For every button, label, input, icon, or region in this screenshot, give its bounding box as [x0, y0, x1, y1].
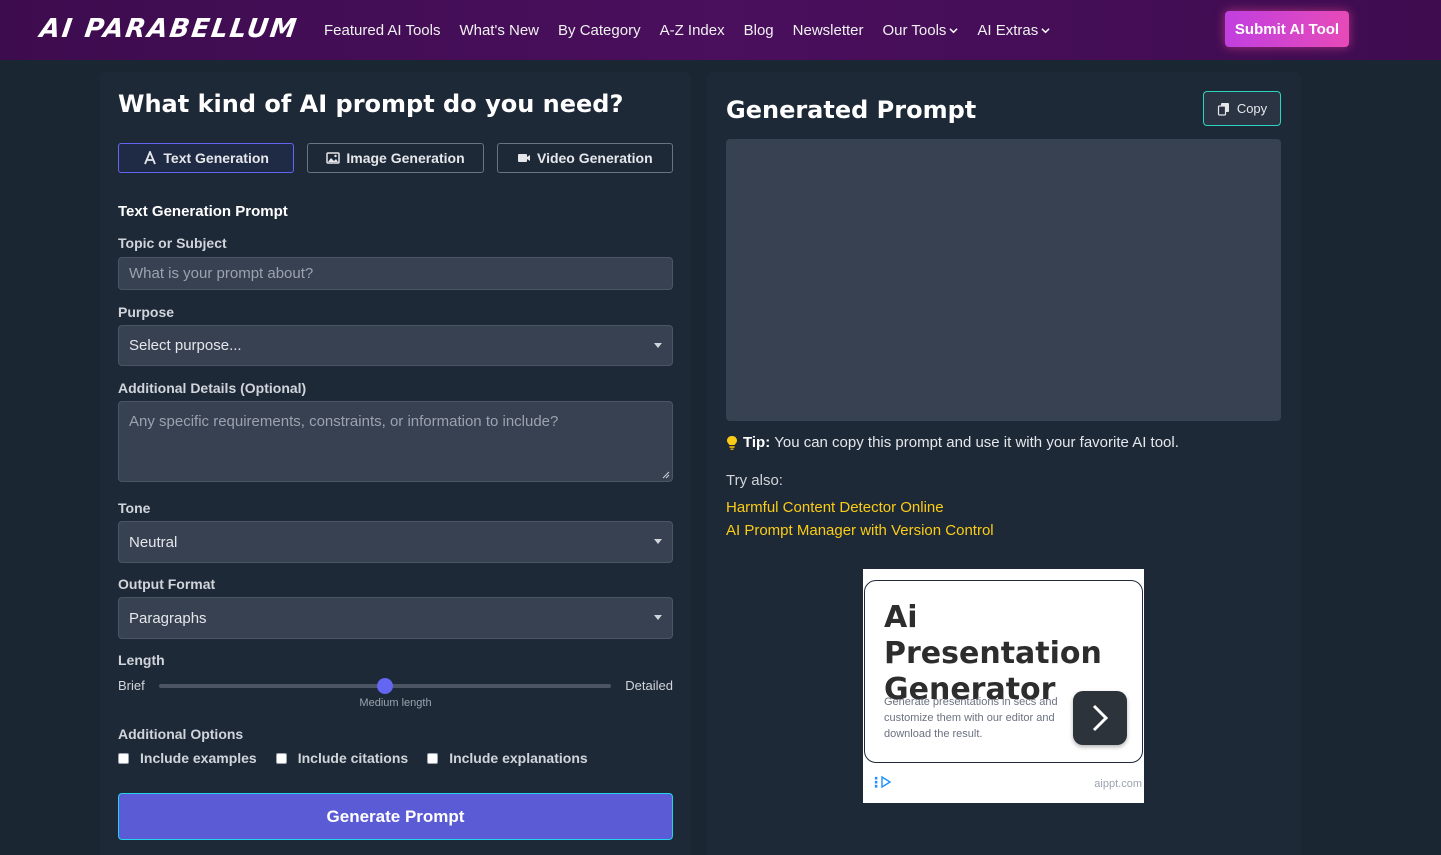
option-label: Include explanations [449, 750, 588, 766]
format-value: Paragraphs [129, 609, 207, 627]
nav-links: Featured AI Tools What's New By Category… [324, 0, 1069, 60]
copy-label: Copy [1236, 101, 1268, 116]
option-label: Include examples [140, 750, 257, 766]
length-slider-row: Brief Detailed [118, 676, 673, 696]
generated-prompt-panel: Generated Prompt Copy Tip: You can copy … [707, 72, 1301, 855]
link-ai-prompt-manager[interactable]: AI Prompt Manager with Version Control [726, 522, 994, 539]
adchoices-icon[interactable] [880, 776, 892, 788]
video-icon [517, 154, 530, 162]
details-textarea[interactable]: Any specific requirements, constraints, … [118, 401, 673, 482]
topic-placeholder: What is your prompt about? [129, 265, 314, 282]
length-min-label: Brief [118, 678, 145, 693]
nav-our-tools-dropdown[interactable]: Our Tools [883, 22, 959, 39]
submit-ai-tool-button[interactable]: Submit AI Tool [1225, 11, 1349, 47]
tab-label: Text Generation [163, 150, 269, 166]
lightbulb-icon [727, 435, 737, 450]
form-heading: What kind of AI prompt do you need? [118, 90, 624, 118]
chevron-down-icon [1041, 27, 1050, 33]
tip-bold: Tip: [743, 434, 771, 451]
chevron-right-icon [1092, 704, 1109, 732]
tone-select[interactable]: Neutral [118, 521, 673, 563]
tab-video-generation[interactable]: Video Generation [496, 143, 673, 173]
checkbox[interactable] [118, 752, 129, 764]
nav-ai-extras-label: AI Extras [977, 21, 1039, 39]
section-title: Text Generation Prompt [118, 203, 288, 220]
tip-text: Tip: You can copy this prompt and use it… [726, 434, 1179, 451]
nav-a-z-index[interactable]: A-Z Index [660, 22, 725, 39]
resize-handle-icon[interactable] [662, 471, 670, 479]
image-icon [326, 152, 341, 164]
checkbox[interactable] [427, 752, 439, 764]
text-icon [144, 151, 157, 165]
tone-label: Tone [118, 500, 151, 516]
output-heading: Generated Prompt [726, 96, 977, 124]
purpose-select[interactable]: Select purpose... [118, 325, 673, 366]
nav-ai-extras-dropdown[interactable]: AI Extras [977, 22, 1050, 39]
generate-prompt-button[interactable]: Generate Prompt [118, 793, 673, 840]
purpose-value: Select purpose... [129, 337, 242, 354]
format-label: Output Format [118, 576, 216, 592]
checkbox[interactable] [275, 752, 287, 764]
copy-button[interactable]: Copy [1203, 91, 1281, 126]
details-label: Additional Details (Optional) [118, 380, 307, 396]
caret-down-icon [654, 539, 662, 544]
options-label: Additional Options [118, 726, 244, 742]
length-slider-track[interactable] [159, 678, 611, 694]
format-select[interactable]: Paragraphs [118, 597, 673, 639]
additional-options: Include examples Include citations Inclu… [118, 750, 607, 766]
nav-newsletter[interactable]: Newsletter [793, 22, 864, 39]
advertisement[interactable]: Ai Presentation Generator Generate prese… [863, 569, 1144, 803]
chevron-down-icon [949, 27, 959, 33]
generation-type-tabs: Text Generation Image Generation Video G… [118, 143, 673, 173]
tip-body: You can copy this prompt and use it with… [774, 434, 1179, 451]
site-logo[interactable]: AI PARABELLUM [38, 12, 301, 46]
ad-card[interactable]: Ai Presentation Generator Generate prese… [864, 580, 1143, 763]
copy-icon [1217, 102, 1229, 116]
nav-by-category[interactable]: By Category [558, 22, 641, 39]
caret-down-icon [654, 615, 662, 620]
tone-value: Neutral [129, 533, 178, 551]
ad-domain: aippt.com [1094, 778, 1142, 790]
nav-our-tools-label: Our Tools [882, 21, 947, 39]
option-label: Include citations [297, 750, 409, 766]
generated-prompt-output[interactable] [726, 139, 1281, 421]
nav-whats-new[interactable]: What's New [459, 22, 539, 39]
option-include-explanations[interactable]: Include explanations [427, 750, 588, 766]
top-navbar: AI PARABELLUM Featured AI Tools What's N… [0, 0, 1441, 60]
topic-label: Topic or Subject [118, 235, 227, 251]
option-include-citations[interactable]: Include citations [275, 750, 409, 766]
details-placeholder: Any specific requirements, constraints, … [129, 413, 559, 430]
link-harmful-content-detector[interactable]: Harmful Content Detector Online [726, 499, 944, 516]
tab-text-generation[interactable]: Text Generation [118, 143, 295, 173]
length-slider-thumb[interactable] [377, 678, 393, 694]
prompt-form-panel: What kind of AI prompt do you need? Text… [100, 72, 691, 855]
length-label: Length [118, 652, 165, 668]
nav-featured-ai-tools[interactable]: Featured AI Tools [324, 22, 440, 39]
ad-description: Generate presentations in secs and custo… [884, 696, 1058, 740]
length-caption: Medium length [359, 697, 432, 709]
caret-down-icon [654, 342, 662, 348]
topic-input[interactable]: What is your prompt about? [118, 257, 673, 290]
option-include-examples[interactable]: Include examples [118, 750, 257, 766]
length-max-label: Detailed [625, 678, 673, 693]
purpose-label: Purpose [118, 304, 175, 320]
tab-label: Image Generation [346, 150, 465, 166]
tab-image-generation[interactable]: Image Generation [307, 143, 484, 173]
ad-arrow-button[interactable] [1073, 691, 1127, 745]
nav-blog[interactable]: Blog [744, 22, 774, 39]
tab-label: Video Generation [536, 150, 653, 166]
try-also-label: Try also: [726, 472, 783, 489]
